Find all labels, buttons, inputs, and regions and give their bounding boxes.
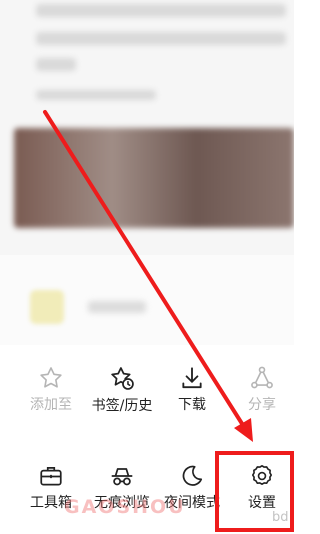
share-icon xyxy=(251,366,273,389)
menu-item-label: 书签/历史 xyxy=(91,398,153,414)
blurred-text-line xyxy=(36,90,156,100)
incognito-icon xyxy=(111,468,133,486)
menu-item-label: 分享 xyxy=(248,397,276,413)
menu-item-bookmarks-history[interactable]: 书签/历史 xyxy=(85,365,159,417)
star-icon xyxy=(40,367,62,388)
blurred-account-name xyxy=(88,301,146,313)
toolbox-icon xyxy=(40,467,62,486)
menu-item-label: 添加至 xyxy=(30,397,72,413)
bookmark-history-icon xyxy=(111,367,134,390)
watermark-text: GAOSHOU xyxy=(64,496,186,518)
blurred-text-line xyxy=(36,4,286,17)
blurred-text-line xyxy=(36,58,76,71)
moon-icon xyxy=(182,465,203,486)
blurred-avatar xyxy=(30,290,64,324)
download-icon xyxy=(182,367,202,389)
page-background xyxy=(0,0,294,345)
menu-item-download[interactable]: 下载 xyxy=(155,365,229,415)
blurred-article-image xyxy=(14,128,294,228)
menu-item-label: 下载 xyxy=(178,397,206,413)
menu-item-add-to[interactable]: 添加至 xyxy=(14,365,88,415)
menu-item-share[interactable]: 分享 xyxy=(225,365,299,415)
watermark-suffix: bd xyxy=(272,510,289,525)
blurred-text-line xyxy=(36,32,286,45)
